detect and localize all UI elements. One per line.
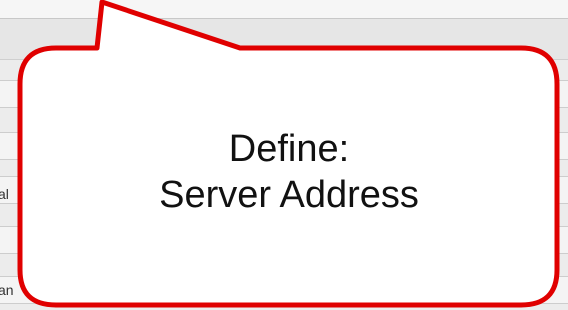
callout-line-1: Define: — [228, 128, 350, 170]
callout-line-2: Server Address — [159, 174, 419, 216]
callout-text: Define: Server Address — [20, 126, 558, 218]
